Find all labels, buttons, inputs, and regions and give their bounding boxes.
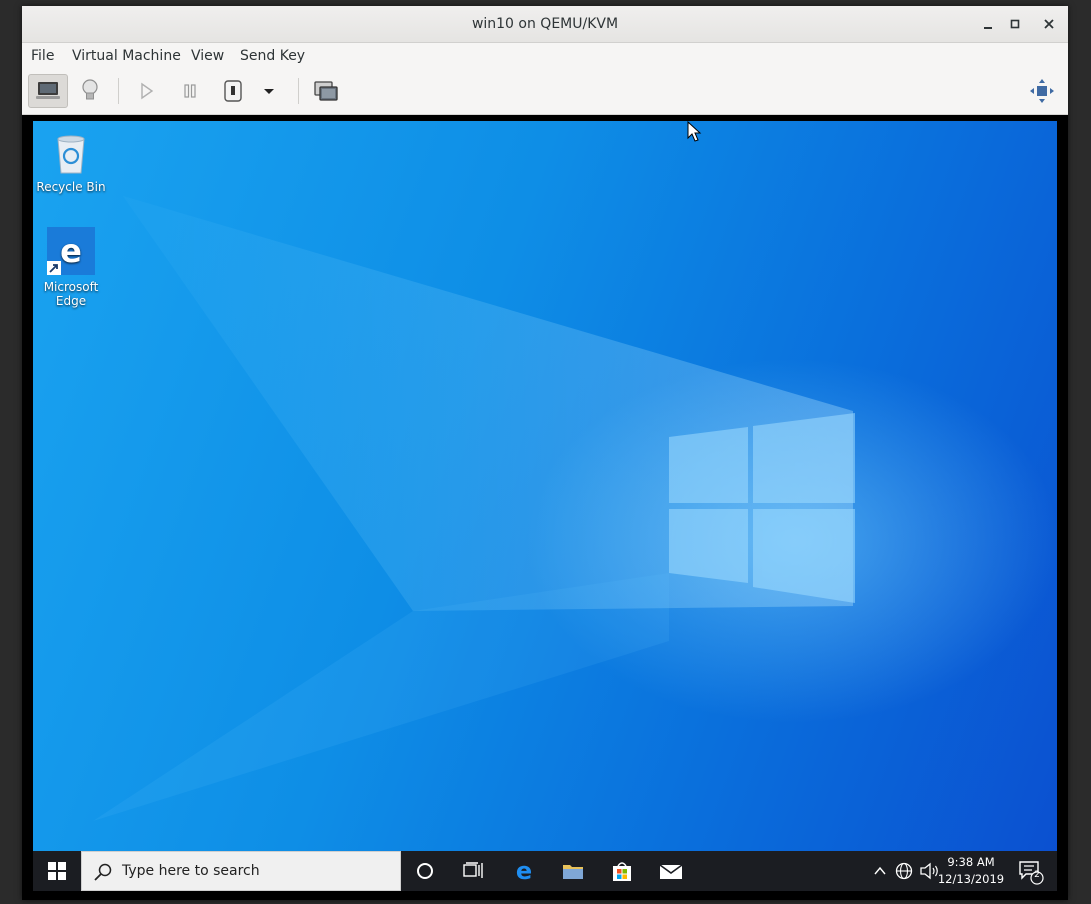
maximize-button[interactable] (1005, 14, 1025, 34)
recycle-bin-icon (57, 135, 85, 174)
toolbar (22, 70, 1068, 115)
clock-date: 12/13/2019 (937, 872, 1005, 886)
fullscreen-button[interactable] (1024, 74, 1060, 108)
desktop-icon-microsoft-edge[interactable]: e Microsoft Edge (33, 227, 111, 308)
titlebar[interactable]: win10 on QEMU/KVM (22, 6, 1068, 43)
menu-virtual-machine[interactable]: Virtual Machine (72, 43, 181, 70)
svg-text:e: e (60, 232, 82, 270)
close-icon (1044, 19, 1054, 29)
recycle-bin-label: Recycle Bin (36, 180, 106, 194)
taskbar-clock[interactable]: 9:38 AM 12/13/2019 (935, 854, 1007, 888)
network-button[interactable] (891, 851, 917, 891)
minimize-icon (984, 27, 992, 29)
taskbar-store-button[interactable] (598, 851, 646, 891)
taskbar-edge-button[interactable]: e (500, 851, 548, 891)
edge-icon: e (47, 227, 95, 275)
action-center-button[interactable]: 2 (1011, 851, 1051, 891)
toolbar-separator (118, 78, 119, 104)
taskbar-mail-button[interactable] (647, 851, 695, 891)
cortana-icon (417, 863, 433, 879)
fullscreen-icon (1030, 79, 1054, 103)
shutdown-menu-button[interactable] (254, 74, 284, 108)
menu-send-key[interactable]: Send Key (240, 43, 305, 70)
chevron-down-icon (264, 89, 274, 94)
power-icon (224, 80, 242, 102)
monitor-icon (36, 82, 60, 99)
snapshots-button[interactable] (308, 74, 344, 108)
task-view-icon (463, 862, 483, 878)
details-view-button[interactable] (72, 74, 108, 108)
menubar: File Virtual Machine View Send Key (22, 43, 1068, 70)
mouse-cursor-icon (687, 121, 702, 142)
pause-icon (184, 84, 196, 98)
toolbar-separator (298, 78, 299, 104)
clock-time: 9:38 AM (947, 855, 995, 869)
lightbulb-icon (82, 79, 98, 100)
taskbar: Type here to search e 9:38 AM 12/13/2019… (33, 851, 1057, 891)
cortana-button[interactable] (401, 851, 449, 891)
minimize-button[interactable] (978, 14, 998, 34)
shutdown-button[interactable] (215, 74, 251, 108)
edge-label-line2: Edge (55, 294, 87, 308)
console-view-button[interactable] (28, 74, 68, 108)
show-hidden-icons-button[interactable] (869, 851, 891, 891)
search-placeholder: Type here to search (122, 863, 260, 879)
desktop-icon-recycle-bin[interactable]: Recycle Bin (33, 131, 111, 194)
network-globe-icon (895, 862, 913, 880)
window-title: win10 on QEMU/KVM (471, 16, 619, 32)
folder-icon (563, 865, 583, 879)
maximize-icon (1010, 19, 1020, 29)
play-icon (141, 82, 154, 100)
chevron-up-icon (874, 866, 886, 875)
edge-label-line1: Microsoft (43, 280, 99, 294)
edge-icon: e (516, 859, 532, 883)
search-icon (94, 863, 112, 881)
task-view-button[interactable] (449, 851, 497, 891)
windows-start-icon (48, 862, 66, 880)
virt-manager-window: win10 on QEMU/KVM File Virtual Machine V… (22, 6, 1068, 900)
menu-view[interactable]: View (191, 43, 224, 70)
taskbar-file-explorer-button[interactable] (549, 851, 597, 891)
notification-count-badge: 2 (1034, 870, 1040, 880)
start-button[interactable] (33, 851, 81, 891)
pause-button[interactable] (172, 74, 208, 108)
run-button[interactable] (128, 74, 164, 108)
menu-file[interactable]: File (31, 43, 54, 70)
mail-icon (659, 864, 683, 879)
vm-display[interactable]: Recycle Bin e Microsoft Edge Type here t… (22, 115, 1068, 900)
snapshot-icon (314, 81, 338, 101)
close-button[interactable] (1039, 14, 1059, 34)
taskbar-search-box[interactable]: Type here to search (81, 851, 401, 891)
windows-desktop[interactable]: Recycle Bin e Microsoft Edge Type here t… (33, 121, 1057, 891)
svg-text:e: e (516, 859, 532, 883)
wallpaper-light-beams (93, 196, 855, 821)
store-icon (613, 862, 631, 881)
